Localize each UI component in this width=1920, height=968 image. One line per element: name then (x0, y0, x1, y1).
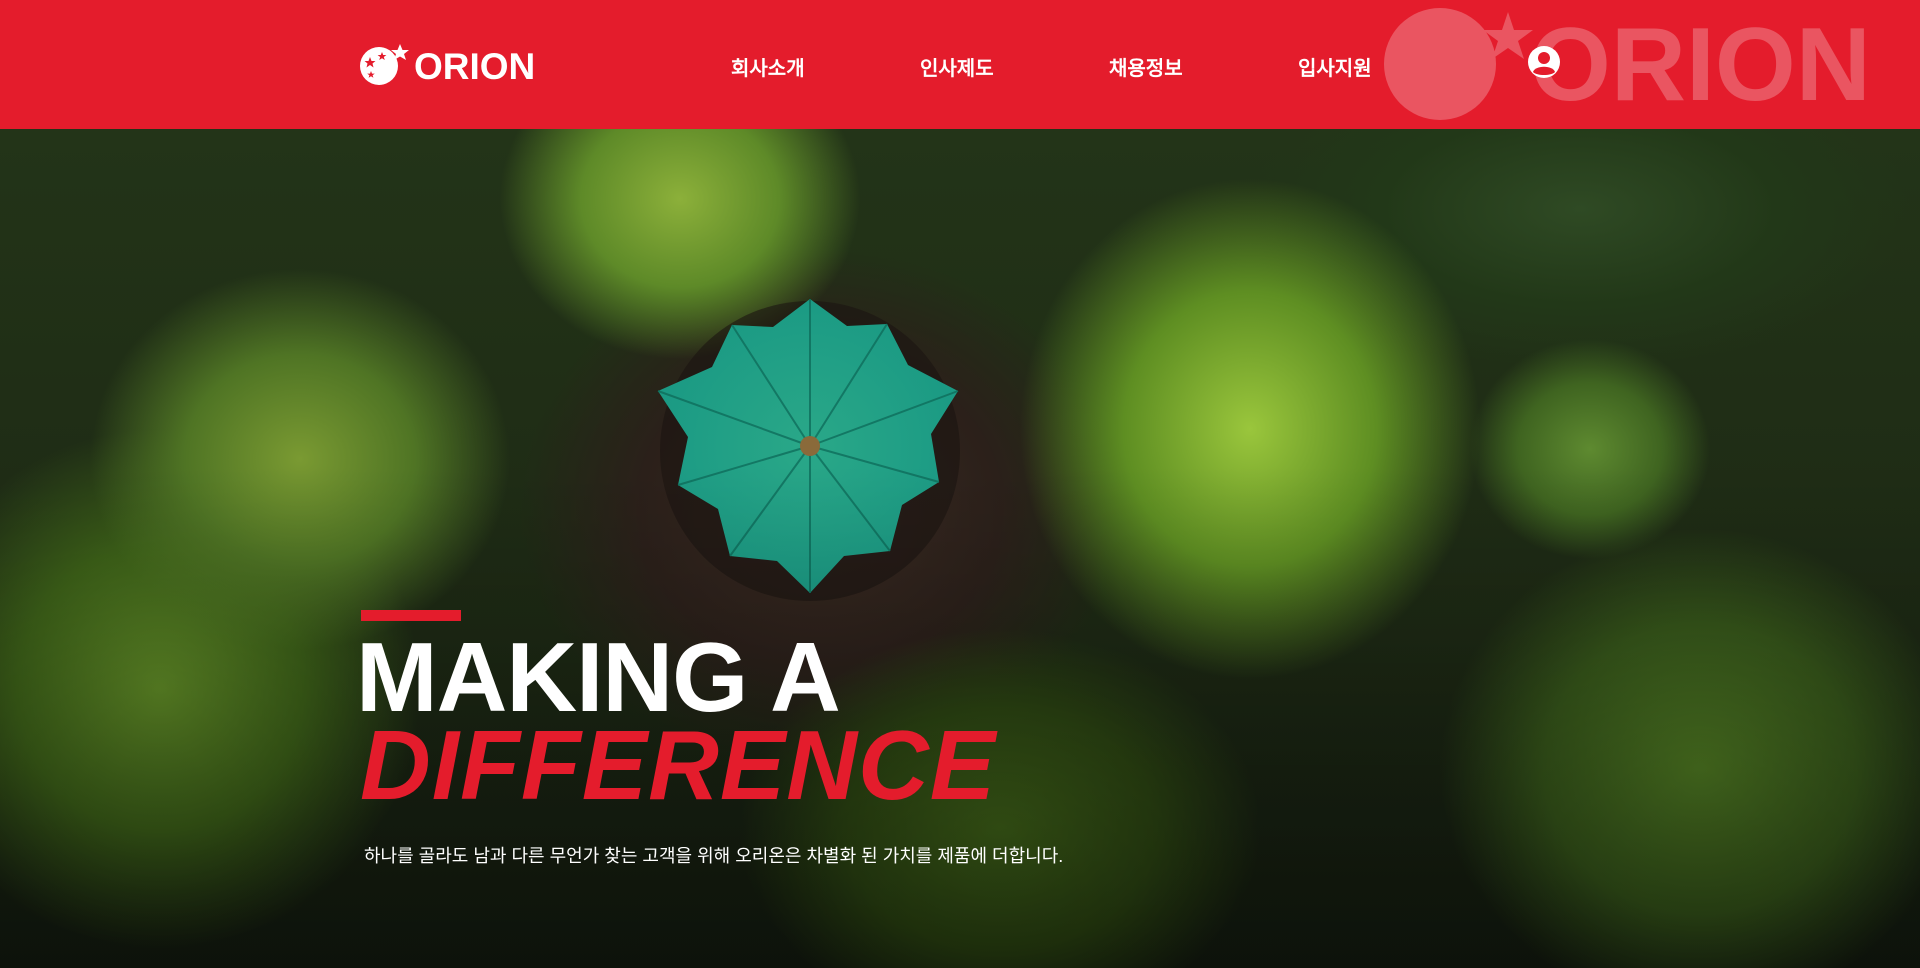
site-header: ORION ORION 회사소개 인사제도 채용정보 입사지원 (0, 0, 1920, 129)
nav-hr-system[interactable]: 인사제도 (920, 52, 994, 81)
svg-text:ORION: ORION (1530, 7, 1871, 123)
logo-ball-icon (360, 42, 410, 91)
logo-text: ORION (414, 46, 536, 87)
orion-logo[interactable]: ORION (360, 42, 535, 91)
hero-subtitle: 하나를 골라도 남과 다른 무언가 찾는 고객을 위해 오리온은 차별화 된 가… (364, 846, 1064, 866)
nav-company-intro[interactable]: 회사소개 (731, 52, 805, 81)
watermark-logo: ORION (1380, 4, 1920, 129)
title-accent-bar (361, 610, 461, 621)
nav-recruit-info[interactable]: 채용정보 (1109, 52, 1183, 81)
hero-title-line2: DIFFERENCE (360, 710, 997, 820)
user-circle-icon[interactable] (1526, 44, 1562, 85)
nav-apply[interactable]: 입사지원 (1298, 52, 1372, 81)
